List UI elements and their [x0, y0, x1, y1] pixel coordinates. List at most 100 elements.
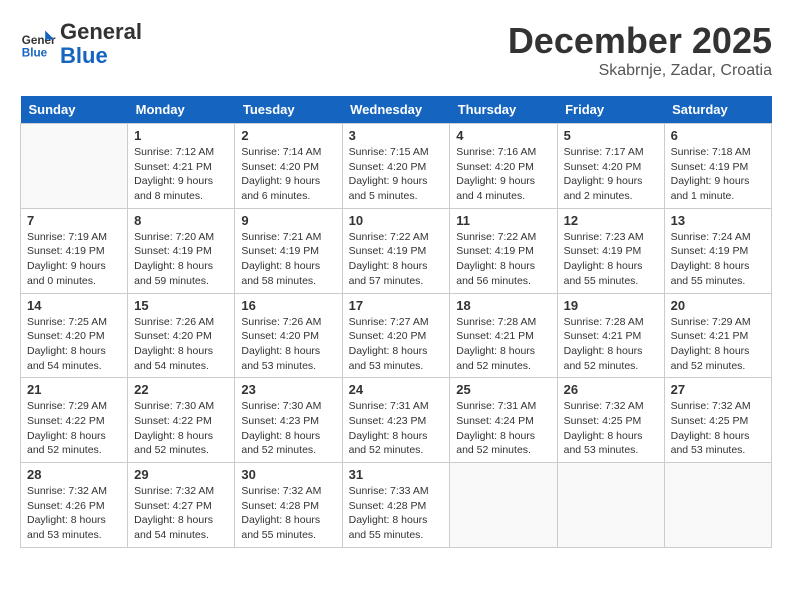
day-cell: 23Sunrise: 7:30 AMSunset: 4:23 PMDayligh…: [235, 378, 342, 463]
day-cell: 16 Sunrise: 7:26 AMSunset: 4:20 PMDayligh…: [235, 293, 342, 378]
day-cell: 8 Sunrise: 7:20 AMSunset: 4:19 PMDaylight…: [128, 208, 235, 293]
day-cell: 29 Sunrise: 7:32 AMSunset: 4:27 PMDayligh…: [128, 463, 235, 548]
week-row-2: 7 Sunrise: 7:19 AMSunset: 4:19 PMDaylight…: [21, 208, 772, 293]
day-number: 24: [349, 382, 444, 397]
day-info: Sunrise: 7:14 AMSunset: 4:20 PMDaylight:…: [241, 145, 335, 204]
day-cell: 15Sunrise: 7:26 AMSunset: 4:20 PMDayligh…: [128, 293, 235, 378]
day-number: 7: [27, 213, 121, 228]
day-info: Sunrise: 7:21 AMSunset: 4:19 PMDaylight:…: [241, 230, 335, 289]
day-info: Sunrise: 7:28 AMSunset: 4:21 PMDaylight:…: [456, 315, 550, 374]
day-number: 22: [134, 382, 228, 397]
day-cell: 2 Sunrise: 7:14 AMSunset: 4:20 PMDaylight…: [235, 124, 342, 209]
day-cell: 10 Sunrise: 7:22 AMSunset: 4:19 PMDayligh…: [342, 208, 450, 293]
day-number: 2: [241, 128, 335, 143]
day-cell: 27 Sunrise: 7:32 AMSunset: 4:25 PMDayligh…: [664, 378, 771, 463]
day-info: Sunrise: 7:32 AMSunset: 4:26 PMDaylight:…: [27, 484, 121, 543]
day-cell: 6Sunrise: 7:18 AMSunset: 4:19 PMDaylight…: [664, 124, 771, 209]
day-info: Sunrise: 7:19 AMSunset: 4:19 PMDaylight:…: [27, 230, 121, 289]
logo: General Blue General Blue: [20, 20, 142, 68]
svg-text:General: General: [22, 34, 56, 47]
day-number: 27: [671, 382, 765, 397]
day-info: Sunrise: 7:33 AMSunset: 4:28 PMDaylight:…: [349, 484, 444, 543]
day-info: Sunrise: 7:22 AMSunset: 4:19 PMDaylight:…: [456, 230, 550, 289]
day-cell: [450, 463, 557, 548]
day-cell: 18 Sunrise: 7:28 AMSunset: 4:21 PMDayligh…: [450, 293, 557, 378]
day-number: 5: [564, 128, 658, 143]
day-number: 28: [27, 467, 121, 482]
day-cell: 24 Sunrise: 7:31 AMSunset: 4:23 PMDayligh…: [342, 378, 450, 463]
week-row-5: 28 Sunrise: 7:32 AMSunset: 4:26 PMDayligh…: [21, 463, 772, 548]
day-cell: 13 Sunrise: 7:24 AMSunset: 4:19 PMDayligh…: [664, 208, 771, 293]
day-info: Sunrise: 7:24 AMSunset: 4:19 PMDaylight:…: [671, 230, 765, 289]
page-header: General Blue General Blue December 2025 …: [20, 20, 772, 80]
header-thursday: Thursday: [450, 96, 557, 124]
day-number: 8: [134, 213, 228, 228]
day-info: Sunrise: 7:22 AMSunset: 4:19 PMDaylight:…: [349, 230, 444, 289]
day-number: 13: [671, 213, 765, 228]
day-cell: 30 Sunrise: 7:32 AMSunset: 4:28 PMDayligh…: [235, 463, 342, 548]
day-number: 25: [456, 382, 550, 397]
day-info: Sunrise: 7:28 AMSunset: 4:21 PMDaylight:…: [564, 315, 658, 374]
day-info: Sunrise: 7:32 AMSunset: 4:25 PMDaylight:…: [671, 399, 765, 458]
day-info: Sunrise: 7:12 AMSunset: 4:21 PMDaylight:…: [134, 145, 228, 204]
day-cell: 28 Sunrise: 7:32 AMSunset: 4:26 PMDayligh…: [21, 463, 128, 548]
svg-text:Blue: Blue: [22, 47, 48, 60]
day-cell: 31Sunrise: 7:33 AMSunset: 4:28 PMDayligh…: [342, 463, 450, 548]
day-cell: 11Sunrise: 7:22 AMSunset: 4:19 PMDayligh…: [450, 208, 557, 293]
day-cell: 26 Sunrise: 7:32 AMSunset: 4:25 PMDayligh…: [557, 378, 664, 463]
header-tuesday: Tuesday: [235, 96, 342, 124]
day-info: Sunrise: 7:15 AMSunset: 4:20 PMDaylight:…: [349, 145, 444, 204]
day-cell: 4 Sunrise: 7:16 AMSunset: 4:20 PMDaylight…: [450, 124, 557, 209]
week-row-4: 21Sunrise: 7:29 AMSunset: 4:22 PMDayligh…: [21, 378, 772, 463]
day-info: Sunrise: 7:32 AMSunset: 4:25 PMDaylight:…: [564, 399, 658, 458]
logo-blue: Blue: [60, 43, 108, 68]
day-number: 18: [456, 298, 550, 313]
day-info: Sunrise: 7:20 AMSunset: 4:19 PMDaylight:…: [134, 230, 228, 289]
day-cell: 14 Sunrise: 7:25 AMSunset: 4:20 PMDayligh…: [21, 293, 128, 378]
day-info: Sunrise: 7:23 AMSunset: 4:19 PMDaylight:…: [564, 230, 658, 289]
day-info: Sunrise: 7:32 AMSunset: 4:27 PMDaylight:…: [134, 484, 228, 543]
day-number: 9: [241, 213, 335, 228]
day-cell: 3Sunrise: 7:15 AMSunset: 4:20 PMDaylight…: [342, 124, 450, 209]
week-row-1: 1 Sunrise: 7:12 AMSunset: 4:21 PMDaylight…: [21, 124, 772, 209]
day-cell: 1 Sunrise: 7:12 AMSunset: 4:21 PMDaylight…: [128, 124, 235, 209]
day-info: Sunrise: 7:18 AMSunset: 4:19 PMDaylight:…: [671, 145, 765, 204]
day-number: 20: [671, 298, 765, 313]
week-row-3: 14 Sunrise: 7:25 AMSunset: 4:20 PMDayligh…: [21, 293, 772, 378]
day-number: 16: [241, 298, 335, 313]
day-number: 14: [27, 298, 121, 313]
day-info: Sunrise: 7:30 AMSunset: 4:22 PMDaylight:…: [134, 399, 228, 458]
day-info: Sunrise: 7:32 AMSunset: 4:28 PMDaylight:…: [241, 484, 335, 543]
day-number: 26: [564, 382, 658, 397]
header-saturday: Saturday: [664, 96, 771, 124]
day-number: 15: [134, 298, 228, 313]
header-monday: Monday: [128, 96, 235, 124]
day-cell: 12Sunrise: 7:23 AMSunset: 4:19 PMDayligh…: [557, 208, 664, 293]
day-cell: 22 Sunrise: 7:30 AMSunset: 4:22 PMDayligh…: [128, 378, 235, 463]
day-info: Sunrise: 7:26 AMSunset: 4:20 PMDaylight:…: [241, 315, 335, 374]
day-info: Sunrise: 7:27 AMSunset: 4:20 PMDaylight:…: [349, 315, 444, 374]
day-info: Sunrise: 7:25 AMSunset: 4:20 PMDaylight:…: [27, 315, 121, 374]
day-number: 30: [241, 467, 335, 482]
calendar-header-row: SundayMondayTuesdayWednesdayThursdayFrid…: [21, 96, 772, 124]
day-info: Sunrise: 7:31 AMSunset: 4:23 PMDaylight:…: [349, 399, 444, 458]
day-cell: 17 Sunrise: 7:27 AMSunset: 4:20 PMDayligh…: [342, 293, 450, 378]
day-info: Sunrise: 7:17 AMSunset: 4:20 PMDaylight:…: [564, 145, 658, 204]
day-cell: 25 Sunrise: 7:31 AMSunset: 4:24 PMDayligh…: [450, 378, 557, 463]
day-number: 21: [27, 382, 121, 397]
day-info: Sunrise: 7:16 AMSunset: 4:20 PMDaylight:…: [456, 145, 550, 204]
day-number: 29: [134, 467, 228, 482]
month-title: December 2025: [508, 20, 772, 62]
day-cell: [557, 463, 664, 548]
day-cell: [21, 124, 128, 209]
day-cell: 7 Sunrise: 7:19 AMSunset: 4:19 PMDaylight…: [21, 208, 128, 293]
day-info: Sunrise: 7:29 AMSunset: 4:21 PMDaylight:…: [671, 315, 765, 374]
day-cell: 20 Sunrise: 7:29 AMSunset: 4:21 PMDayligh…: [664, 293, 771, 378]
day-number: 1: [134, 128, 228, 143]
day-number: 10: [349, 213, 444, 228]
day-number: 4: [456, 128, 550, 143]
day-number: 17: [349, 298, 444, 313]
day-cell: 19Sunrise: 7:28 AMSunset: 4:21 PMDayligh…: [557, 293, 664, 378]
day-info: Sunrise: 7:31 AMSunset: 4:24 PMDaylight:…: [456, 399, 550, 458]
day-cell: [664, 463, 771, 548]
